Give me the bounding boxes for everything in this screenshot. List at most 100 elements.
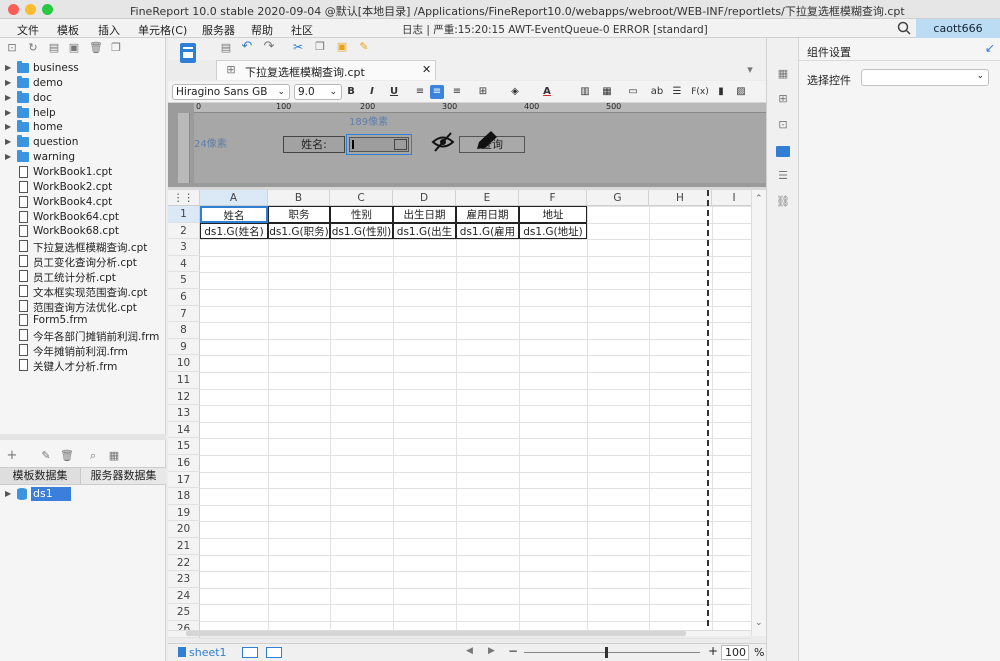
- row-header[interactable]: 19: [168, 504, 200, 522]
- horizontal-scrollbar[interactable]: [168, 630, 751, 636]
- expand-arrow-icon[interactable]: ▶: [5, 122, 11, 131]
- expand-arrow-icon[interactable]: ▶: [5, 489, 11, 498]
- align-right-icon[interactable]: ≡: [450, 85, 464, 99]
- font-color-icon[interactable]: A: [540, 85, 554, 99]
- next-sheet-icon[interactable]: ▶: [488, 646, 495, 656]
- header-cell[interactable]: 雇用日期: [456, 206, 519, 223]
- zoom-slider-thumb[interactable]: [605, 647, 608, 658]
- row-header[interactable]: 14: [168, 421, 200, 439]
- fill-color-icon[interactable]: ◈: [508, 85, 522, 99]
- abc-button[interactable]: ab: [648, 85, 666, 99]
- close-tab-icon[interactable]: ✕: [422, 63, 431, 76]
- edit-icon[interactable]: ✎: [40, 450, 52, 462]
- parameter-canvas[interactable]: 189像素 24像素 姓名: 查询: [194, 113, 766, 183]
- row-header[interactable]: 23: [168, 571, 200, 588]
- column-header[interactable]: F: [519, 190, 587, 206]
- data-cell[interactable]: ds1.G(出生: [393, 222, 456, 240]
- align-center-icon[interactable]: ≡: [430, 85, 444, 99]
- row-header[interactable]: 15: [168, 438, 200, 455]
- zoom-input[interactable]: 100: [721, 645, 749, 660]
- row-header[interactable]: 2: [168, 222, 200, 240]
- copy-icon[interactable]: ❐: [110, 42, 122, 54]
- view-icon[interactable]: ▤: [48, 42, 60, 54]
- tree-folder[interactable]: ▶ doc: [0, 90, 166, 106]
- minimize-window-button[interactable]: [25, 4, 36, 15]
- zoom-in-icon[interactable]: +: [708, 644, 718, 658]
- data-cell[interactable]: ds1.G(姓名): [200, 222, 268, 240]
- save-icon[interactable]: ▤: [220, 42, 232, 54]
- undo-icon[interactable]: ↶: [241, 40, 253, 53]
- row-header[interactable]: 1: [168, 206, 200, 223]
- copy-cell-icon[interactable]: ❐: [314, 41, 326, 53]
- format-painter-icon[interactable]: ✎: [358, 41, 370, 53]
- tree-folder[interactable]: ▶ question: [0, 135, 166, 150]
- delete-dataset-icon[interactable]: 🗑: [60, 450, 74, 462]
- tree-file[interactable]: 范围查询方法优化.cpt: [0, 299, 166, 314]
- tree-folder[interactable]: ▶ help: [0, 105, 166, 121]
- row-header[interactable]: 10: [168, 355, 200, 372]
- split-cells-icon[interactable]: ▦: [600, 85, 614, 99]
- vertical-scrollbar[interactable]: ⌃ ⌄: [751, 190, 766, 636]
- tree-folder[interactable]: ▶ business: [0, 61, 166, 76]
- chart-icon[interactable]: ▮: [714, 85, 728, 99]
- row-header[interactable]: 24: [168, 587, 200, 605]
- column-header[interactable]: B: [268, 190, 330, 206]
- row-header[interactable]: 25: [168, 604, 200, 621]
- tree-file[interactable]: WorkBook64.cpt: [0, 210, 166, 225]
- tree-file[interactable]: WorkBook1.cpt: [0, 165, 166, 180]
- scroll-thumb[interactable]: [186, 631, 686, 636]
- row-header[interactable]: 12: [168, 388, 200, 406]
- row-header[interactable]: 22: [168, 554, 200, 572]
- checkbox-combo-widget[interactable]: [346, 134, 412, 155]
- expand-arrow-icon[interactable]: ▶: [5, 63, 11, 72]
- tree-file[interactable]: 员工变化查询分析.cpt: [0, 254, 166, 269]
- tab-menu-icon[interactable]: ▾: [744, 64, 756, 76]
- expand-arrow-icon[interactable]: ▶: [5, 93, 11, 102]
- data-cell[interactable]: ds1.G(地址): [519, 222, 587, 240]
- bold-button[interactable]: B: [344, 85, 358, 99]
- tree-file[interactable]: 关键人才分析.frm: [0, 358, 166, 373]
- row-header[interactable]: 18: [168, 488, 200, 505]
- tree-file[interactable]: 文本框实现范围查询.cpt: [0, 284, 166, 299]
- zoom-out-icon[interactable]: −: [508, 644, 518, 658]
- row-header[interactable]: 4: [168, 255, 200, 273]
- document-tab[interactable]: ⊞ 下拉复选框模糊查询.cpt ✕: [216, 60, 436, 80]
- widget-settings-icon[interactable]: [776, 146, 790, 157]
- expand-arrow-icon[interactable]: ▶: [5, 137, 11, 146]
- tree-folder[interactable]: ▶ demo: [0, 75, 166, 91]
- border-icon[interactable]: ⊞: [476, 85, 490, 99]
- refresh-icon[interactable]: ↻: [27, 42, 39, 54]
- locate-icon[interactable]: ▣: [68, 42, 80, 54]
- spreadsheet-grid[interactable]: ⋮⋮ A B C D E F G H I 1 2 3 4 5 6 7 8 9 10 11 12 13 14 15 16 17 18 1…: [168, 190, 766, 639]
- condition-icon[interactable]: ☰: [776, 170, 790, 184]
- tree-folder[interactable]: ▶ warning: [0, 150, 166, 165]
- row-header[interactable]: 13: [168, 405, 200, 422]
- expand-arrow-icon[interactable]: ▶: [5, 78, 11, 87]
- delete-icon[interactable]: 🗑: [89, 42, 103, 54]
- tree-file[interactable]: WorkBook68.cpt: [0, 224, 166, 239]
- expand-arrow-icon[interactable]: ▶: [5, 108, 11, 117]
- menu-help[interactable]: 帮助: [251, 22, 273, 38]
- tree-file[interactable]: WorkBook2.cpt: [0, 180, 166, 195]
- search-icon[interactable]: [897, 21, 911, 35]
- menu-insert[interactable]: 插入: [98, 22, 120, 38]
- row-header[interactable]: 20: [168, 521, 200, 538]
- paragraph-icon[interactable]: ☰: [670, 85, 684, 99]
- menu-server[interactable]: 服务器: [202, 22, 235, 38]
- corner-cell[interactable]: ⋮⋮: [168, 190, 200, 206]
- tree-file[interactable]: WorkBook4.cpt: [0, 195, 166, 210]
- redo-icon[interactable]: ↷: [263, 40, 275, 53]
- cell-attributes-icon[interactable]: ▦: [776, 68, 790, 82]
- name-label-widget[interactable]: 姓名:: [283, 136, 345, 153]
- scroll-up-icon[interactable]: ⌃: [755, 194, 763, 204]
- paste-icon[interactable]: ▣: [336, 41, 348, 53]
- column-header[interactable]: D: [393, 190, 456, 206]
- dropdown-icon[interactable]: [394, 139, 407, 150]
- tab-server-datasets[interactable]: 服务器数据集: [80, 468, 166, 484]
- widget-type-select[interactable]: ⌄: [861, 69, 989, 86]
- preview-icon[interactable]: ⌕: [87, 450, 99, 462]
- column-header[interactable]: C: [330, 190, 393, 206]
- tree-file[interactable]: 下拉复选框模糊查询.cpt: [0, 239, 166, 254]
- row-header[interactable]: 9: [168, 338, 200, 356]
- edit-pen-icon[interactable]: [474, 129, 500, 151]
